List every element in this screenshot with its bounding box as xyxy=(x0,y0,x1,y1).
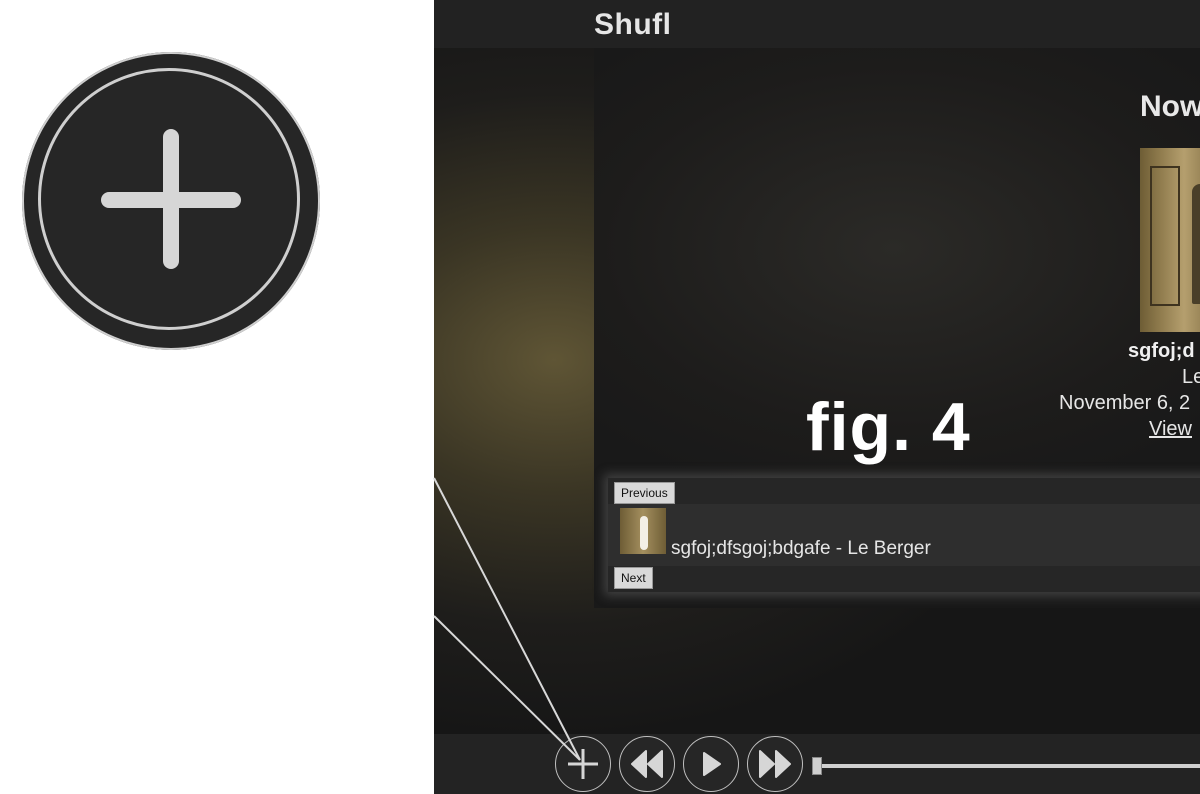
now-playing-date: November 6, 2 xyxy=(1059,392,1191,414)
thumbnail-figure xyxy=(640,516,648,550)
seek-bar[interactable] xyxy=(816,764,1200,768)
playlist: Previous sgfoj;dfsgoj;bdgafe - Le Berger… xyxy=(608,478,1200,592)
transport-bar xyxy=(434,734,1200,794)
playlist-item-thumbnail xyxy=(620,508,666,554)
add-icon xyxy=(568,749,598,779)
fast-forward-button[interactable] xyxy=(747,736,803,792)
fast-forward-icon xyxy=(759,750,791,778)
now-playing-artist: Le xyxy=(1182,366,1200,388)
zoomed-add-button xyxy=(22,52,320,350)
previous-button[interactable]: Previous xyxy=(614,482,675,504)
app-title: Shufl xyxy=(594,8,672,41)
view-link[interactable]: View xyxy=(1149,418,1192,441)
rewind-button[interactable] xyxy=(619,736,675,792)
now-playing-heading: Now xyxy=(1140,90,1200,123)
seek-handle[interactable] xyxy=(812,757,822,775)
now-playing-artwork xyxy=(1140,148,1200,332)
playlist-item[interactable]: sgfoj;dfsgoj;bdgafe - Le Berger xyxy=(608,504,1200,566)
plus-icon-horizontal xyxy=(101,192,241,208)
playlist-item-label: sgfoj;dfsgoj;bdgafe - Le Berger xyxy=(671,538,931,559)
artwork-door-detail xyxy=(1150,166,1180,306)
play-button[interactable] xyxy=(683,736,739,792)
play-icon xyxy=(703,752,721,776)
add-button[interactable] xyxy=(555,736,611,792)
rewind-icon xyxy=(631,750,663,778)
figure-label: fig. 4 xyxy=(806,389,971,465)
shufl-app: Shufl Now sgfoj;d Le November 6, 2 View … xyxy=(434,0,1200,794)
now-playing-title: sgfoj;d xyxy=(1128,340,1195,362)
artwork-figure-detail xyxy=(1192,184,1200,304)
title-bar: Shufl xyxy=(434,0,1200,48)
next-button[interactable]: Next xyxy=(614,567,653,589)
